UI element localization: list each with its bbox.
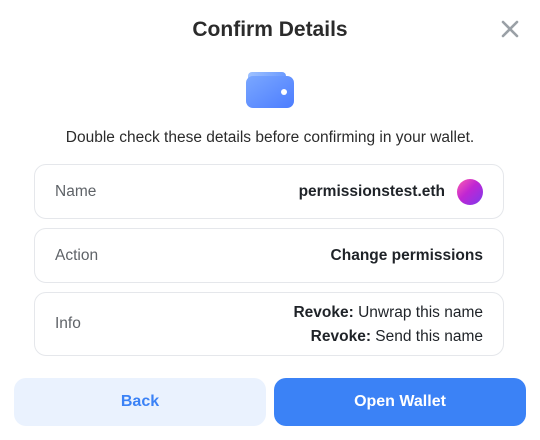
close-button[interactable] bbox=[496, 17, 524, 45]
name-value-group: permissionstest.eth bbox=[298, 178, 483, 205]
open-wallet-button[interactable]: Open Wallet bbox=[274, 378, 526, 426]
info-label: Info bbox=[55, 315, 81, 332]
name-row: Name permissionstest.eth bbox=[34, 164, 504, 219]
info-line: Revoke: Unwrap this name bbox=[293, 301, 483, 325]
name-label: Name bbox=[55, 182, 97, 200]
info-line-text: Unwrap this name bbox=[353, 304, 483, 321]
info-line-prefix: Revoke: bbox=[293, 304, 354, 321]
name-value: permissionstest.eth bbox=[298, 182, 445, 200]
confirm-details-modal: Confirm Details Double check these detai… bbox=[0, 0, 540, 440]
info-lines: Revoke: Unwrap this name Revoke: Send th… bbox=[293, 301, 483, 349]
action-value: Change permissions bbox=[330, 246, 483, 264]
modal-title: Confirm Details bbox=[192, 18, 348, 41]
action-label: Action bbox=[55, 246, 99, 264]
modal-subtitle: Double check these details before confir… bbox=[65, 129, 475, 146]
wallet-icon bbox=[244, 66, 296, 112]
back-button[interactable]: Back bbox=[14, 378, 266, 426]
info-row: Info Revoke: Unwrap this name Revoke: Se… bbox=[34, 292, 504, 356]
close-icon bbox=[500, 19, 520, 44]
avatar bbox=[457, 178, 483, 205]
info-line-prefix: Revoke: bbox=[310, 328, 371, 345]
info-line-text: Send this name bbox=[370, 328, 483, 345]
action-row: Action Change permissions bbox=[34, 228, 504, 283]
info-line: Revoke: Send this name bbox=[293, 325, 483, 349]
action-value-group: Change permissions bbox=[331, 247, 483, 265]
